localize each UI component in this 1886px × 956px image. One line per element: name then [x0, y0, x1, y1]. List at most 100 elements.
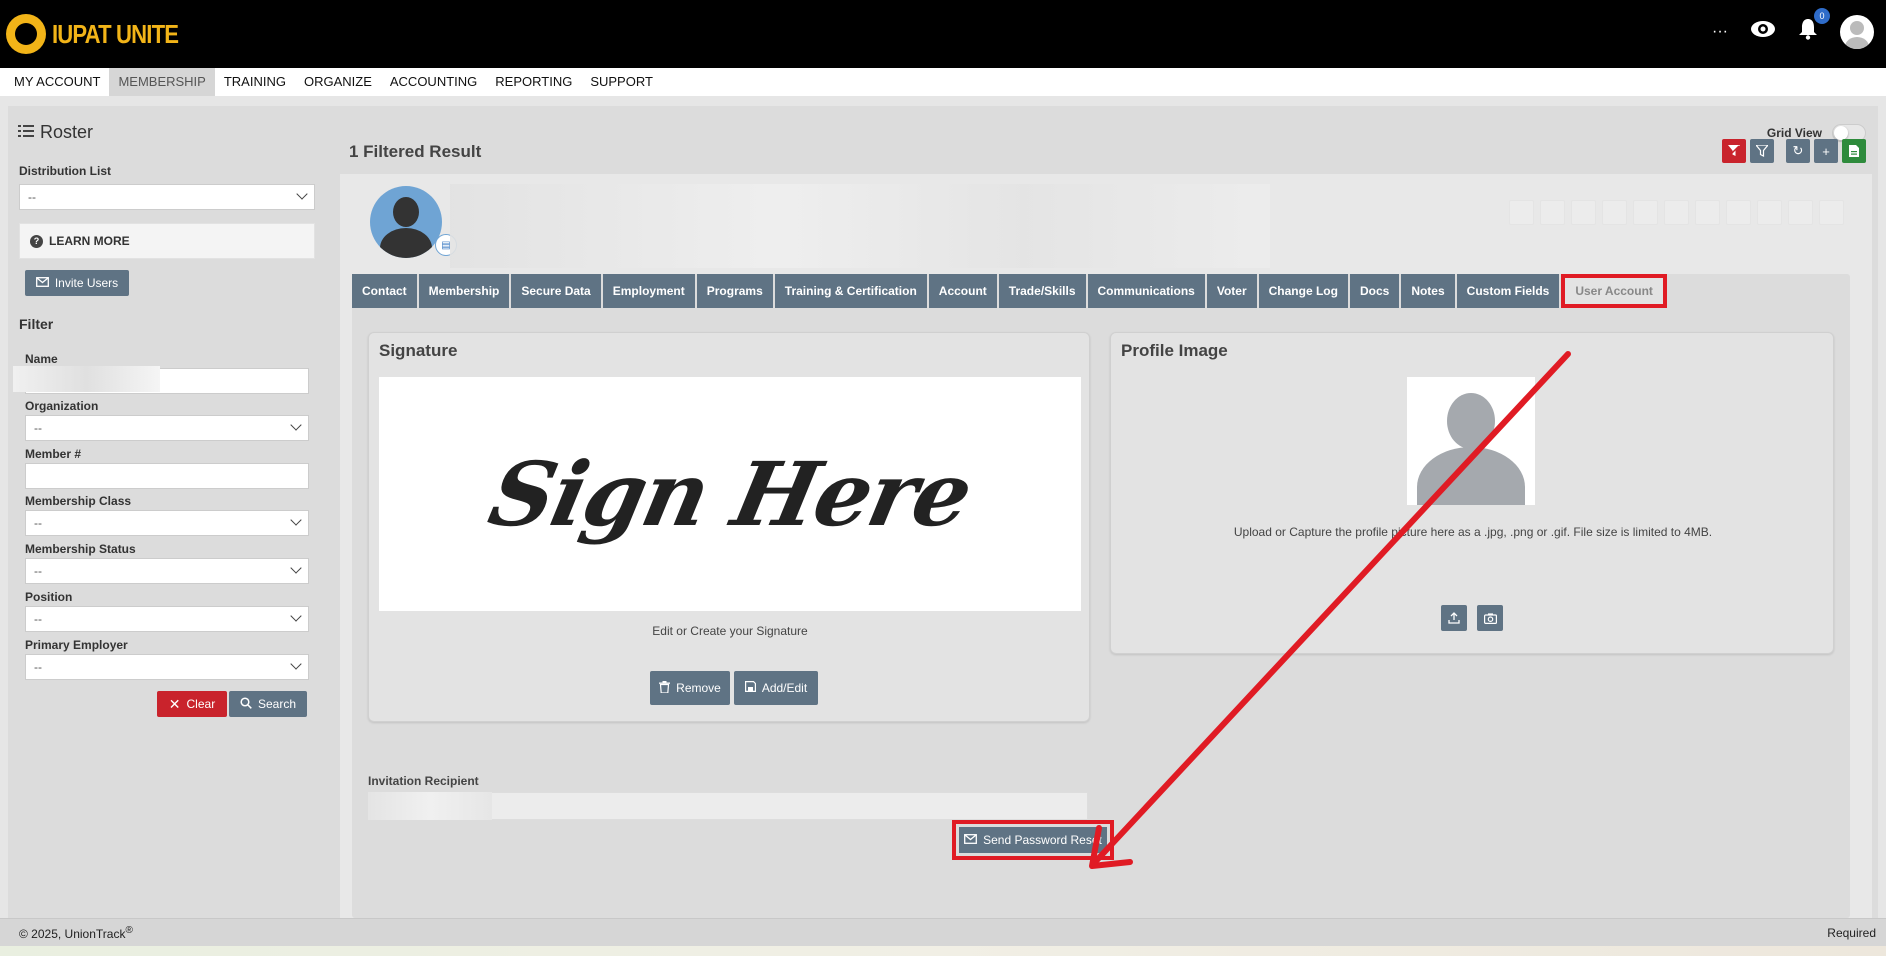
send-password-reset-highlight: Send Password Reset — [952, 820, 1114, 860]
phone-icon[interactable] — [1540, 200, 1565, 225]
invitation-recipient-label: Invitation Recipient — [368, 774, 479, 788]
tab-docs[interactable]: Docs — [1349, 274, 1400, 308]
upload-icon[interactable] — [1441, 605, 1467, 631]
primary-employer-label: Primary Employer — [25, 638, 128, 652]
chevron-down-icon — [296, 188, 308, 200]
redacted-member-details — [450, 184, 1270, 268]
tab-user-account[interactable]: User Account — [1561, 274, 1667, 308]
tab-notes[interactable]: Notes — [1401, 274, 1455, 308]
megaphone-icon[interactable] — [1695, 200, 1720, 225]
distribution-list-select[interactable]: -- — [19, 184, 315, 210]
tab-communications[interactable]: Communications — [1087, 274, 1205, 308]
browser-bottom-strip — [0, 946, 1886, 956]
membership-class-label: Membership Class — [25, 494, 132, 508]
membership-class-value: -- — [34, 516, 42, 530]
registered-mark: ® — [125, 924, 133, 936]
info-icon[interactable] — [1819, 200, 1844, 225]
document-icon[interactable] — [1633, 200, 1658, 225]
user-avatar[interactable] — [1840, 15, 1874, 49]
clear-filter-icon[interactable] — [1722, 139, 1746, 163]
add-icon[interactable]: + — [1814, 139, 1838, 163]
dollar-icon[interactable] — [1664, 200, 1689, 225]
learn-more-link[interactable]: ? LEARN MORE — [19, 223, 315, 259]
tab-account[interactable]: Account — [928, 274, 997, 308]
member-tabs-panel: Contact Membership Secure Data Employmen… — [352, 274, 1850, 918]
primary-employer-select[interactable]: -- — [25, 654, 309, 680]
position-select[interactable]: -- — [25, 606, 309, 632]
app-logo[interactable]: IUPAT UNITE — [6, 12, 200, 56]
signature-heading: Signature — [379, 341, 458, 360]
menu-support[interactable]: SUPPORT — [581, 68, 662, 96]
invite-users-label: Invite Users — [54, 276, 119, 290]
tab-employment[interactable]: Employment — [602, 274, 695, 308]
chevron-down-icon — [290, 514, 302, 526]
export-icon[interactable] — [1842, 139, 1866, 163]
chevron-down-icon — [290, 562, 302, 574]
camera-icon[interactable] — [1477, 605, 1503, 631]
position-value: -- — [34, 612, 42, 626]
required-text: Required — [1827, 925, 1876, 940]
add-edit-signature-button[interactable]: Add/Edit — [734, 671, 818, 705]
notes-icon[interactable] — [1788, 200, 1813, 225]
results-count: 1 Filtered Result — [349, 142, 482, 161]
tab-membership[interactable]: Membership — [418, 274, 510, 308]
tab-contact[interactable]: Contact — [352, 274, 417, 308]
copyright-label: © 2025, UnionTrack — [19, 926, 126, 941]
membership-class-select[interactable]: -- — [25, 510, 309, 536]
remove-label: Remove — [676, 681, 721, 695]
menu-my-account[interactable]: MY ACCOUNT — [5, 68, 109, 96]
profile-image-preview — [1407, 377, 1535, 505]
learn-more-label: LEARN MORE — [49, 234, 130, 248]
clear-button[interactable]: ✕ Clear — [157, 691, 227, 717]
search-icon — [240, 696, 252, 712]
member-number-input[interactable] — [25, 463, 309, 489]
chevron-down-icon — [290, 610, 302, 622]
refresh-icon[interactable]: ↻ — [1786, 139, 1810, 163]
filter-heading: Filter — [19, 316, 54, 332]
tab-voter[interactable]: Voter — [1206, 274, 1257, 308]
bell-icon[interactable]: 0 — [1798, 8, 1830, 46]
remove-signature-button[interactable]: Remove — [650, 671, 730, 705]
member-quick-actions — [1509, 200, 1844, 225]
membership-status-select[interactable]: -- — [25, 558, 309, 584]
mail-icon — [35, 276, 49, 290]
invite-users-button[interactable]: Invite Users — [25, 270, 129, 296]
roster-page: Roster Grid View Distribution List -- ? … — [8, 106, 1878, 918]
organization-select[interactable]: -- — [25, 415, 309, 441]
clipboard-icon[interactable] — [1757, 200, 1782, 225]
tab-training-certification[interactable]: Training & Certification — [774, 274, 927, 308]
organization-value: -- — [34, 421, 42, 435]
tab-custom-fields[interactable]: Custom Fields — [1456, 274, 1560, 308]
eye-icon[interactable] — [1750, 20, 1776, 44]
menu-reporting[interactable]: REPORTING — [486, 68, 581, 96]
tab-change-log[interactable]: Change Log — [1258, 274, 1348, 308]
search-button[interactable]: Search — [229, 691, 307, 717]
tab-secure-data[interactable]: Secure Data — [511, 274, 601, 308]
menu-training[interactable]: TRAINING — [215, 68, 295, 96]
membership-status-value: -- — [34, 564, 42, 578]
top-header: IUPAT UNITE ··· 0 — [0, 0, 1886, 68]
distribution-list-label: Distribution List — [19, 164, 111, 178]
more-icon[interactable]: ··· — [1712, 23, 1728, 41]
send-password-reset-button[interactable]: Send Password Reset — [959, 827, 1107, 853]
search-label: Search — [257, 697, 297, 711]
menu-organize[interactable]: ORGANIZE — [295, 68, 381, 96]
redacted-name-value — [13, 366, 160, 392]
member-avatar — [370, 186, 442, 258]
filter-icon[interactable] — [1750, 139, 1774, 163]
signature-pad[interactable]: Sign Here — [379, 377, 1081, 611]
profile-image-panel: Profile Image Upload or Capture the prof… — [1110, 332, 1834, 654]
tab-programs[interactable]: Programs — [696, 274, 773, 308]
position-label: Position — [25, 590, 73, 604]
page-footer: © 2025, UnionTrack® Required — [0, 918, 1886, 946]
chat-icon[interactable] — [1571, 200, 1596, 225]
redacted-recipient-value — [368, 792, 492, 820]
menu-accounting[interactable]: ACCOUNTING — [381, 68, 486, 96]
send-password-reset-label: Send Password Reset — [983, 833, 1102, 847]
copyright-text: © 2025, UnionTrack® — [19, 925, 133, 941]
id-card-icon[interactable] — [1726, 200, 1751, 225]
menu-membership[interactable]: MEMBERSHIP — [109, 68, 215, 96]
person-icon[interactable] — [1509, 200, 1534, 225]
tab-trade-skills[interactable]: Trade/Skills — [998, 274, 1086, 308]
inbox-icon[interactable] — [1602, 200, 1627, 225]
